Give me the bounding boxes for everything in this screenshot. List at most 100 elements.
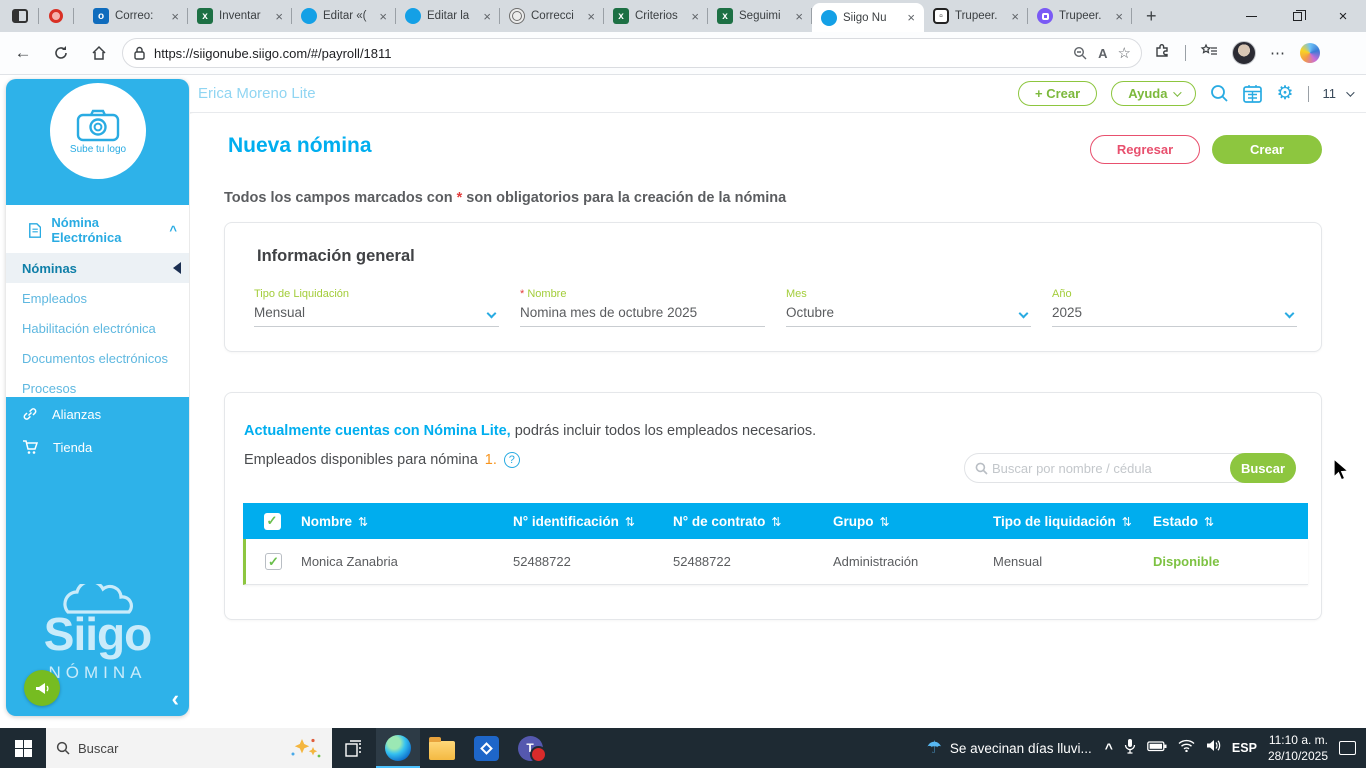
window-restore-button[interactable] [1274, 0, 1320, 32]
ayuda-button[interactable]: Ayuda [1111, 81, 1197, 106]
page-title: Nueva nómina [228, 134, 372, 157]
favorites-list-icon[interactable] [1200, 43, 1218, 64]
tab-close-icon[interactable]: × [584, 9, 598, 24]
calendar-icon[interactable] [1243, 84, 1263, 103]
sidebar-item-documentos[interactable]: Documentos electrónicos [6, 343, 189, 373]
browser-tab-correccion[interactable]: Correcci × [500, 0, 604, 32]
profile-avatar[interactable] [1232, 41, 1256, 65]
col-grupo[interactable]: Grupo ⇅ [833, 514, 993, 529]
weather-widget[interactable]: ☂ Se avecinan días lluvi... [927, 738, 1092, 758]
sidebar-item-alianzas[interactable]: Alianzas [6, 397, 189, 431]
sidebar-item-habilitacion[interactable]: Habilitación electrónica [6, 313, 189, 343]
blue-app-icon [473, 735, 499, 761]
select-all-checkbox[interactable]: ✓ [263, 512, 281, 530]
mes-select[interactable]: Mes Octubre [786, 288, 1031, 327]
browser-tab-seguimiento[interactable]: x Seguimi × [708, 0, 812, 32]
tipo-liquidacion-select[interactable]: Tipo de Liquidación Mensual [254, 288, 499, 327]
refresh-icon[interactable] [46, 38, 76, 68]
taskbar-teams-button[interactable]: T [508, 728, 552, 768]
table-row[interactable]: ✓ Monica Zanabria 52488722 52488722 Admi… [243, 539, 1308, 585]
col-contrato[interactable]: N° de contrato ⇅ [673, 514, 833, 529]
session-count[interactable]: 11 [1323, 86, 1355, 101]
microphone-icon[interactable] [1124, 738, 1136, 759]
browser-tab-siigo-active[interactable]: Siigo Nu × [812, 3, 924, 32]
tab-close-icon[interactable]: × [272, 9, 286, 24]
window-close-button[interactable]: × [1320, 0, 1366, 32]
task-view-button[interactable] [332, 728, 376, 768]
crear-header-button[interactable]: + Crear [1018, 81, 1098, 106]
gear-icon[interactable]: ⚙ [1276, 82, 1293, 105]
trupeer-icon: ▫ [933, 8, 949, 24]
collapse-caret-icon: ^ [169, 222, 177, 238]
tab-close-icon[interactable]: × [688, 9, 702, 24]
copilot-icon[interactable] [1300, 43, 1320, 63]
browser-tab-inventario[interactable]: x Inventar × [188, 0, 292, 32]
back-icon[interactable]: ← [8, 38, 38, 68]
taskbar-app-button[interactable] [464, 728, 508, 768]
wifi-icon[interactable] [1178, 739, 1195, 757]
help-icon[interactable]: ? [503, 452, 520, 468]
ano-select[interactable]: Año 2025 [1052, 288, 1297, 327]
nombre-input[interactable]: Nomina mes de octubre 2025 [520, 305, 765, 327]
announcements-button[interactable] [24, 670, 60, 706]
col-nombre[interactable]: Nombre ⇅ [301, 514, 513, 529]
taskbar-clock[interactable]: 11:10 a. m. 28/10/2025 [1268, 732, 1328, 764]
sidebar-module-header[interactable]: Nómina Electrónica ^ [6, 205, 189, 253]
battery-icon[interactable] [1147, 739, 1167, 757]
col-estado[interactable]: Estado ⇅ [1153, 514, 1308, 529]
upload-logo-button[interactable]: Sube tu logo [50, 83, 146, 179]
row-checkbox[interactable]: ✓ [265, 553, 282, 570]
sidebar-item-nominas[interactable]: Nóminas [6, 253, 189, 283]
taskbar-search-input[interactable]: Buscar [46, 728, 332, 768]
browser-tab-editar-1[interactable]: Editar «( × [292, 0, 396, 32]
taskbar-edge-button[interactable] [376, 728, 420, 768]
browser-tab-editar-2[interactable]: Editar la × [396, 0, 500, 32]
regresar-button[interactable]: Regresar [1090, 135, 1200, 164]
extensions-icon[interactable] [1154, 42, 1171, 64]
language-indicator[interactable]: ESP [1232, 741, 1257, 755]
favorite-star-icon[interactable]: ☆ [1118, 44, 1131, 62]
browser-tab-trupeer-2[interactable]: Trupeer. × [1028, 0, 1132, 32]
excel-icon: x [197, 8, 213, 24]
tab-close-icon[interactable]: × [1008, 9, 1022, 24]
hidden-icons-chevron[interactable]: ^ [1105, 740, 1113, 756]
browser-tab-trupeer-1[interactable]: ▫ Trupeer. × [924, 0, 1028, 32]
sidebar-item-tienda[interactable]: Tienda [6, 431, 189, 464]
nombre-field[interactable]: * Nombre Nomina mes de octubre 2025 [520, 288, 765, 327]
search-icon[interactable] [1210, 84, 1229, 103]
read-aloud-icon[interactable]: A [1098, 46, 1107, 61]
tab-close-icon[interactable]: × [792, 9, 806, 24]
volume-icon[interactable] [1206, 739, 1221, 757]
sort-icon: ⇅ [879, 514, 890, 529]
browser-tab-correo[interactable]: o Correo: × [84, 0, 188, 32]
tab-close-icon[interactable]: × [480, 9, 494, 24]
home-icon[interactable] [84, 38, 114, 68]
tab-search-icon[interactable] [12, 9, 28, 23]
tab-close-icon[interactable]: × [168, 9, 182, 24]
cell-nombre: Monica Zanabria [301, 554, 398, 569]
new-tab-button[interactable]: + [1132, 6, 1171, 27]
cell-tipo: Mensual [993, 554, 1043, 569]
tab-close-icon[interactable]: × [376, 9, 390, 24]
card-title: Información general [257, 247, 415, 265]
search-icon [975, 462, 988, 475]
sidebar-collapse-icon[interactable]: ‹ [172, 686, 179, 712]
buscar-button[interactable]: Buscar [1230, 453, 1296, 483]
crear-button[interactable]: Crear [1212, 135, 1322, 164]
tab-close-icon[interactable]: × [904, 10, 918, 25]
address-bar[interactable]: https://siigonube.siigo.com/#/payroll/18… [122, 38, 1142, 68]
browser-tab-criterios[interactable]: x Criterios × [604, 0, 708, 32]
taskbar-explorer-button[interactable] [420, 728, 464, 768]
window-minimize-button[interactable] [1228, 0, 1274, 32]
employee-search-input[interactable]: Buscar por nombre / cédula Buscar [964, 453, 1296, 483]
main-content: Nueva nómina Regresar Crear Todos los ca… [190, 114, 1366, 728]
recording-indicator-icon[interactable] [49, 9, 63, 23]
sidebar-item-empleados[interactable]: Empleados [6, 283, 189, 313]
col-identificacion[interactable]: N° identificación ⇅ [513, 514, 673, 529]
notification-center-icon[interactable] [1339, 741, 1356, 755]
col-tipo-liquidacion[interactable]: Tipo de liquidación ⇅ [993, 514, 1153, 529]
zoom-out-icon[interactable] [1073, 46, 1088, 61]
tab-close-icon[interactable]: × [1112, 9, 1126, 24]
browser-menu-icon[interactable]: ⋯ [1270, 44, 1286, 62]
start-button[interactable] [0, 728, 46, 768]
